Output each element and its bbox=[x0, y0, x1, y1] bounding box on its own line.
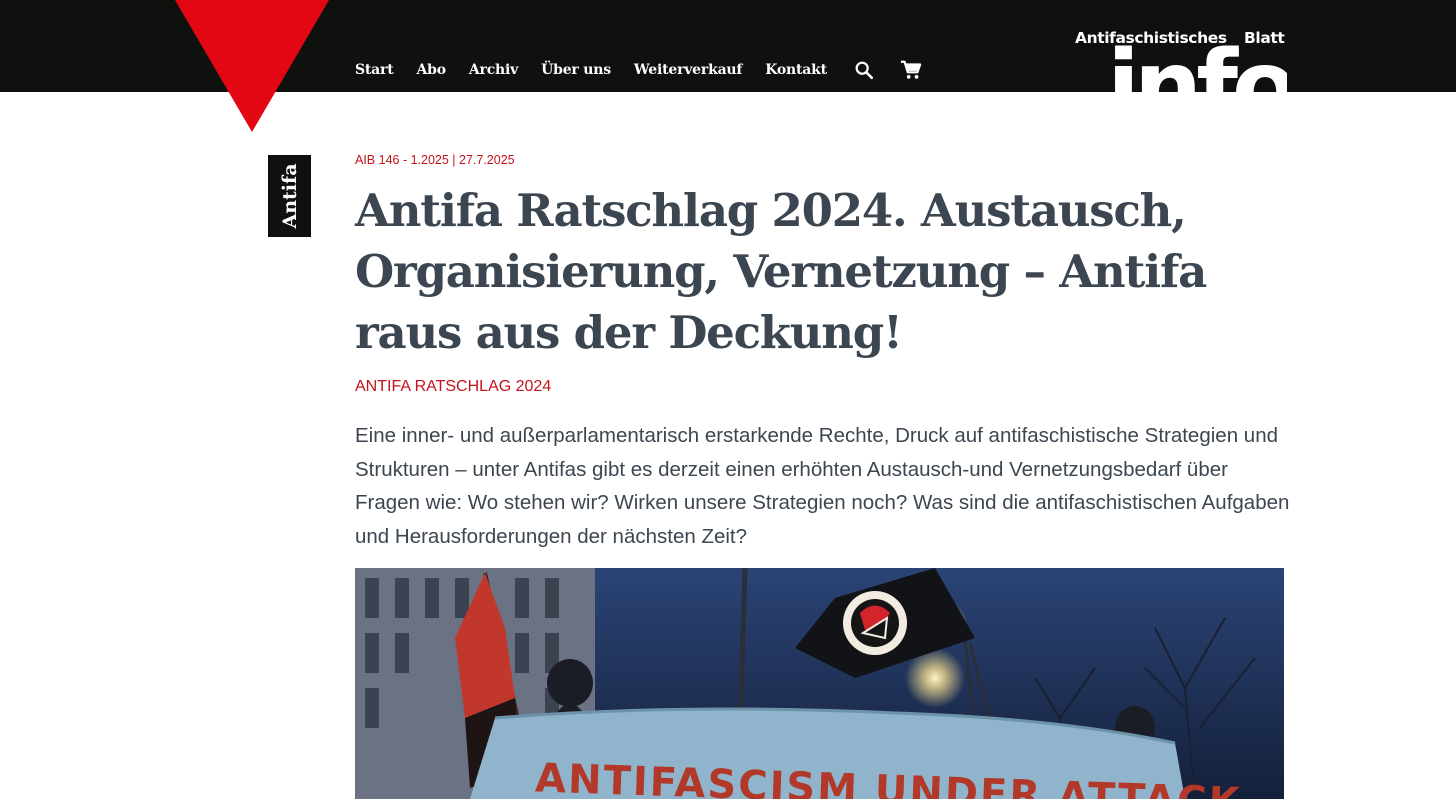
nav-weiterverkauf[interactable]: Weiterverkauf bbox=[634, 62, 743, 78]
search-icon[interactable] bbox=[853, 59, 877, 81]
article-hero-image: ANTIFASCISM UNDER ATTACK bbox=[355, 568, 1284, 799]
article-kicker[interactable]: ANTIFA RATSCHLAG 2024 bbox=[355, 378, 551, 396]
nav-kontakt[interactable]: Kontakt bbox=[765, 62, 827, 78]
main-nav: Start Abo Archiv Über uns Weiterverkauf … bbox=[355, 59, 923, 81]
category-label: Antifa bbox=[278, 163, 301, 229]
logo-main-text: info bbox=[1107, 30, 1287, 92]
nav-abo[interactable]: Abo bbox=[417, 62, 447, 78]
nav-ueber-uns[interactable]: Über uns bbox=[541, 62, 611, 78]
nav-start[interactable]: Start bbox=[355, 62, 394, 78]
article-title: Antifa Ratschlag 2024. Austausch, Organi… bbox=[355, 184, 1207, 359]
site-logo[interactable]: Antifaschistisches Blatt info bbox=[1072, 20, 1287, 92]
article-lead: Eine inner- und außerparlamentarisch ers… bbox=[355, 424, 1290, 548]
article-meta[interactable]: AIB 146 - 1.2025 | 27.7.2025 bbox=[355, 153, 515, 167]
category-tab[interactable]: Antifa bbox=[268, 155, 311, 237]
cart-icon[interactable] bbox=[899, 59, 923, 81]
red-triangle-logo[interactable] bbox=[175, 0, 329, 132]
nav-archiv[interactable]: Archiv bbox=[469, 62, 518, 78]
